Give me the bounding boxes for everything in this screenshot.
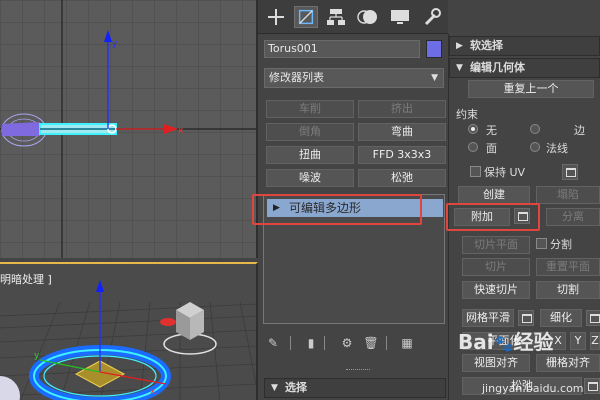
top-viewport[interactable]: y x bbox=[0, 0, 258, 258]
extrude-button[interactable]: 挤出 bbox=[358, 100, 446, 118]
view-align-button[interactable]: 视图对齐 bbox=[462, 354, 530, 372]
utilities-icon[interactable] bbox=[420, 6, 444, 28]
constraint-normal-radio[interactable] bbox=[530, 142, 540, 152]
constraint-none-label: 无 bbox=[486, 124, 497, 137]
rollout-edit-geometry-label: 编辑几何体 bbox=[470, 61, 525, 74]
rollout-soft-selection[interactable]: ▶ 软选择 bbox=[449, 36, 600, 56]
watermark-logo: Bai🐾经验 bbox=[458, 326, 554, 355]
make-unique-icon[interactable]: ⚙ bbox=[338, 334, 356, 352]
meshsmooth-settings-icon[interactable] bbox=[518, 310, 534, 326]
ffd-button[interactable]: FFD 3x3x3 bbox=[358, 146, 446, 164]
modifier-list-label: 修改器列表 bbox=[269, 71, 324, 84]
grid-align-button[interactable]: 栅格对齐 bbox=[536, 354, 600, 372]
constraint-normal-label: 法线 bbox=[546, 142, 568, 155]
relax-modifier-button[interactable]: 松弛 bbox=[358, 169, 446, 187]
svg-text:x: x bbox=[178, 126, 184, 136]
reset-plane-button[interactable]: 重置平面 bbox=[536, 258, 600, 276]
show-end-result-icon[interactable]: ▮ bbox=[302, 334, 320, 352]
detach-button[interactable]: 分离 bbox=[546, 208, 600, 226]
highlight-stack-item bbox=[252, 194, 422, 225]
slice-button[interactable]: 切片 bbox=[462, 258, 530, 276]
create-icon[interactable] bbox=[264, 6, 288, 28]
relax-settings-icon[interactable] bbox=[584, 378, 600, 394]
stack-toolbar: ✎ ▮ ⚙ 🗑 ▦ bbox=[264, 332, 446, 354]
slice-plane-button[interactable]: 切片平面 bbox=[462, 236, 530, 254]
split-checkbox[interactable] bbox=[536, 238, 547, 249]
quickslice-button[interactable]: 快速切片 bbox=[462, 281, 530, 299]
svg-text:y: y bbox=[34, 351, 40, 361]
preserve-uv-checkbox[interactable] bbox=[470, 166, 481, 177]
constraint-none-radio[interactable] bbox=[468, 124, 478, 134]
tessellate-settings-icon[interactable] bbox=[586, 310, 600, 326]
collapse-button[interactable]: 塌陷 bbox=[536, 186, 600, 204]
display-icon[interactable] bbox=[388, 6, 412, 28]
rollout-toggle-icon: ▼ bbox=[271, 383, 278, 393]
modifier-list-dropdown[interactable]: 修改器列表 ▼ bbox=[264, 68, 444, 88]
lathe-button[interactable]: 车削 bbox=[266, 100, 354, 118]
perspective-viewport[interactable]: y x 明暗处理 ] bbox=[0, 262, 258, 400]
create-button[interactable]: 创建 bbox=[458, 186, 530, 204]
constraint-edge-radio[interactable] bbox=[530, 124, 540, 134]
object-name-field[interactable]: Torus001 bbox=[264, 40, 420, 58]
svg-text:x: x bbox=[150, 387, 156, 397]
remove-modifier-icon[interactable]: 🗑 bbox=[362, 334, 380, 352]
rollout-select-label: 选择 bbox=[285, 381, 307, 394]
rollout-soft-selection-label: 软选择 bbox=[470, 39, 503, 52]
motion-icon[interactable] bbox=[356, 6, 380, 28]
watermark-brand: Bai bbox=[458, 330, 494, 354]
meshsmooth-button[interactable]: 网格平滑 bbox=[462, 309, 514, 327]
tessellate-button[interactable]: 细化 bbox=[540, 309, 582, 327]
planar-z-button[interactable]: Z bbox=[590, 332, 600, 350]
rollout-select[interactable]: ▼ 选择 bbox=[264, 378, 446, 398]
panel-divider[interactable] bbox=[346, 369, 370, 373]
watermark-brand-2: 经验 bbox=[513, 330, 554, 354]
planar-y-button[interactable]: Y bbox=[570, 332, 586, 350]
noise-button[interactable]: 噪波 bbox=[266, 169, 354, 187]
command-panel-tabs bbox=[258, 0, 448, 34]
constraint-edge-label: 边 bbox=[574, 124, 585, 137]
bevel-button[interactable]: 倒角 bbox=[266, 123, 354, 141]
viewport-label[interactable]: 明暗处理 ] bbox=[0, 271, 52, 287]
cut-button[interactable]: 切割 bbox=[536, 281, 600, 299]
separator bbox=[324, 336, 325, 350]
constraint-face-radio[interactable] bbox=[468, 142, 478, 152]
preserve-uv-label: 保持 UV bbox=[484, 166, 526, 179]
top-viewport-grid: y x bbox=[0, 0, 256, 258]
configure-sets-icon[interactable]: ▦ bbox=[398, 334, 416, 352]
modify-icon[interactable] bbox=[294, 6, 318, 28]
separator bbox=[290, 336, 291, 350]
hierarchy-icon[interactable] bbox=[324, 6, 348, 28]
paw-icon: 🐾 bbox=[493, 334, 514, 353]
twist-button[interactable]: 扭曲 bbox=[266, 146, 354, 164]
highlight-attach bbox=[446, 203, 540, 231]
separator bbox=[386, 336, 387, 350]
bend-button[interactable]: 弯曲 bbox=[358, 123, 446, 141]
svg-text:y: y bbox=[112, 39, 118, 49]
constraints-label: 约束 bbox=[456, 108, 478, 121]
split-label: 分割 bbox=[550, 238, 572, 251]
rollout-edit-geometry[interactable]: ▼ 编辑几何体 bbox=[449, 58, 600, 78]
pin-stack-icon[interactable]: ✎ bbox=[264, 334, 282, 352]
rollout-collapse-icon: ▼ bbox=[456, 63, 463, 73]
dropdown-arrow-icon: ▼ bbox=[431, 73, 438, 83]
rollout-expand-icon: ▶ bbox=[456, 41, 463, 51]
object-color-swatch[interactable] bbox=[426, 40, 442, 58]
constraint-face-label: 面 bbox=[486, 142, 497, 155]
repeat-last-button[interactable]: 重复上一个 bbox=[468, 80, 594, 98]
preserve-uv-settings-icon[interactable] bbox=[562, 164, 578, 180]
watermark-url: jingyan.baidu.com bbox=[482, 382, 584, 395]
